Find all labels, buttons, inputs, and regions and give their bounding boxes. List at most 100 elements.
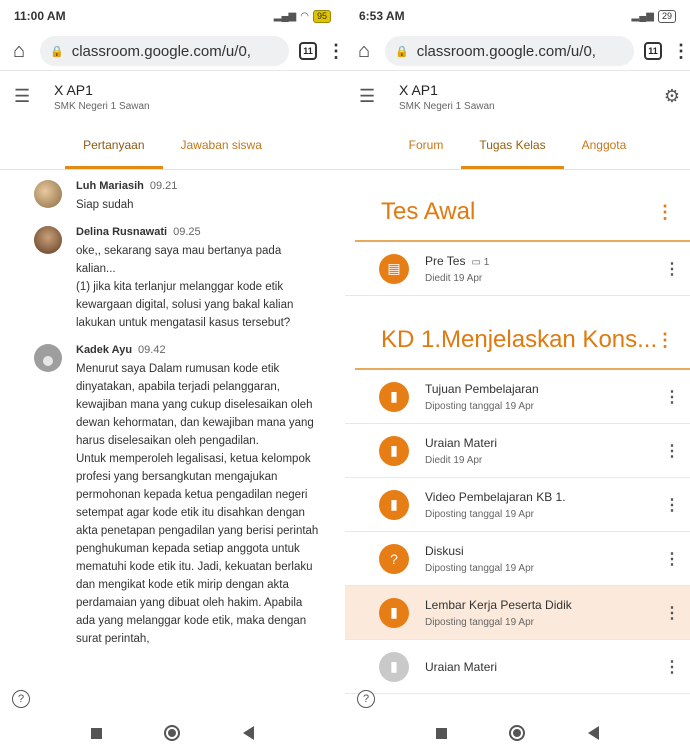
- classwork-item[interactable]: ▮ Uraian Materi ⋮: [345, 640, 690, 694]
- tab-switcher-button[interactable]: 11: [299, 42, 317, 60]
- class-title: X AP1: [54, 81, 93, 98]
- status-time: 11:00 AM: [14, 9, 66, 23]
- topic-menu-icon[interactable]: ⋮: [656, 330, 674, 351]
- item-title: Lembar Kerja Peserta Didik: [425, 597, 572, 612]
- item-title: Diskusi: [425, 543, 464, 558]
- item-menu-icon[interactable]: ⋮: [664, 657, 680, 677]
- gear-icon[interactable]: ⚙: [664, 86, 680, 107]
- item-subtitle: Diedit 19 Apr: [425, 454, 483, 466]
- comment-author: Kadek Ayu: [76, 344, 133, 356]
- recents-icon[interactable]: [436, 727, 448, 739]
- home-icon[interactable]: ⌂: [353, 40, 375, 63]
- comment-time: 09.25: [173, 226, 201, 238]
- comment-text: Menurut saya Dalam rumusan kode etik din…: [76, 363, 319, 645]
- item-menu-icon[interactable]: ⋮: [664, 603, 680, 623]
- item-menu-icon[interactable]: ⋮: [664, 259, 680, 279]
- back-icon[interactable]: [242, 726, 254, 740]
- item-menu-icon[interactable]: ⋮: [664, 549, 680, 569]
- tab-pertanyaan[interactable]: Pertanyaan: [65, 138, 163, 169]
- class-tabs: Forum Tugas Kelas Anggota: [345, 122, 690, 170]
- item-title: Tujuan Pembelajaran: [425, 381, 539, 396]
- material-icon: ▮: [379, 435, 409, 466]
- hamburger-menu-icon[interactable]: ☰: [14, 86, 34, 107]
- url-text: classroom.google.com/u/0,: [416, 42, 596, 60]
- avatar: [34, 226, 62, 254]
- item-title: Pre Tes: [425, 253, 466, 268]
- signal-icon: ▂▄▆: [273, 10, 297, 22]
- url-text: classroom.google.com/u/0,: [71, 42, 251, 60]
- item-title: Uraian Materi: [425, 659, 498, 674]
- comment-author: Delina Rusnawati: [76, 226, 168, 238]
- back-icon[interactable]: [587, 726, 599, 740]
- browser-menu-icon[interactable]: ⋮: [327, 42, 345, 60]
- browser-toolbar: ⌂ 🔒 classroom.google.com/u/0, 11 ⋮: [0, 32, 345, 70]
- browser-toolbar: ⌂ 🔒 classroom.google.com/u/0, 11 ⋮: [345, 32, 690, 70]
- android-nav-bar: [345, 713, 690, 753]
- recents-icon[interactable]: [91, 727, 103, 739]
- item-subtitle: Diposting tanggal 19 Apr: [425, 616, 534, 628]
- classwork-item[interactable]: ? Diskusi Diposting tanggal 19 Apr ⋮: [345, 532, 690, 586]
- url-bar[interactable]: 🔒 classroom.google.com/u/0,: [40, 36, 289, 66]
- class-header: ☰ X AP1 SMK Negeri 1 Sawan: [0, 70, 345, 122]
- material-icon: ▮: [379, 381, 409, 412]
- comment-author: Luh Mariasih: [76, 180, 144, 192]
- status-icons: ▂▄▆ ◠ 95: [273, 9, 331, 23]
- status-icons: ▂▄▆ 29: [631, 9, 676, 23]
- comment-text: Siap sudah: [76, 199, 134, 211]
- question-icon: ?: [379, 543, 409, 574]
- assignment-icon: ▤: [379, 253, 409, 284]
- comment-item: Luh Mariasih 09.21 Siap sudah: [34, 180, 323, 214]
- material-icon: ▮: [379, 651, 409, 682]
- item-menu-icon[interactable]: ⋮: [664, 441, 680, 461]
- topic-header: KD 1.Menjelaskan Kons... ⋮: [345, 326, 690, 354]
- home-nav-icon[interactable]: [509, 725, 526, 741]
- help-icon[interactable]: ?: [357, 690, 375, 708]
- wifi-icon: ◠: [300, 10, 309, 22]
- comment-text: oke,, sekarang saya mau bertanya pada ka…: [76, 245, 294, 329]
- help-icon[interactable]: ?: [12, 690, 30, 708]
- tab-forum[interactable]: Forum: [391, 138, 462, 169]
- home-nav-icon[interactable]: [164, 725, 181, 741]
- question-tabs: Pertanyaan Jawaban siswa: [0, 122, 345, 170]
- classwork-item[interactable]: ▮ Tujuan Pembelajaran Diposting tanggal …: [345, 370, 690, 424]
- item-subtitle: Diedit 19 Apr: [425, 272, 483, 284]
- avatar: [34, 344, 62, 372]
- status-time: 6:53 AM: [359, 9, 405, 23]
- lock-icon: 🔒: [395, 45, 409, 58]
- item-subtitle: Diposting tanggal 19 Apr: [425, 400, 534, 412]
- classwork-item[interactable]: ▤ Pre Tes ▭ 1 Diedit 19 Apr ⋮: [345, 242, 690, 296]
- browser-menu-icon[interactable]: ⋮: [672, 42, 690, 60]
- hamburger-menu-icon[interactable]: ☰: [359, 86, 379, 107]
- material-icon: ▮: [379, 597, 409, 628]
- tab-anggota[interactable]: Anggota: [564, 138, 645, 169]
- right-phone-screen: 6:53 AM ▂▄▆ 29 ⌂ 🔒 classroom.google.com/…: [345, 0, 690, 753]
- material-icon: ▮: [379, 489, 409, 520]
- item-menu-icon[interactable]: ⋮: [664, 495, 680, 515]
- class-subtitle: SMK Negeri 1 Sawan: [399, 100, 495, 112]
- tab-jawaban-siswa[interactable]: Jawaban siswa: [163, 138, 280, 169]
- home-icon[interactable]: ⌂: [8, 40, 30, 63]
- tab-switcher-button[interactable]: 11: [644, 42, 662, 60]
- signal-icon: ▂▄▆: [631, 10, 654, 22]
- comment-time: 09.42: [138, 344, 166, 356]
- classwork-item[interactable]: ▮ Lembar Kerja Peserta Didik Diposting t…: [345, 586, 690, 640]
- android-nav-bar: [0, 713, 345, 753]
- tab-tugas-kelas[interactable]: Tugas Kelas: [461, 138, 564, 169]
- comment-list: Luh Mariasih 09.21 Siap sudah Delina Rusn…: [0, 170, 345, 648]
- item-menu-icon[interactable]: ⋮: [664, 387, 680, 407]
- status-bar: 6:53 AM ▂▄▆ 29: [345, 0, 690, 32]
- topic-title: Tes Awal: [381, 198, 476, 225]
- class-header: ☰ X AP1 SMK Negeri 1 Sawan ⚙: [345, 70, 690, 122]
- comment-item: Kadek Ayu 09.42 Menurut saya Dalam rumusa…: [34, 344, 323, 648]
- url-bar[interactable]: 🔒 classroom.google.com/u/0,: [385, 36, 634, 66]
- comment-item: Delina Rusnawati 09.25 oke,, sekarang say…: [34, 226, 323, 332]
- item-subtitle: Diposting tanggal 19 Apr: [425, 508, 534, 520]
- comment-icon: ▭ 1: [471, 256, 490, 268]
- classwork-item[interactable]: ▮ Uraian Materi Diedit 19 Apr ⋮: [345, 424, 690, 478]
- class-title: X AP1: [399, 81, 438, 98]
- item-title: Video Pembelajaran KB 1.: [425, 489, 566, 504]
- topic-header: Tes Awal ⋮: [345, 198, 690, 226]
- battery-icon: 29: [657, 9, 676, 23]
- classwork-item[interactable]: ▮ Video Pembelajaran KB 1. Diposting tan…: [345, 478, 690, 532]
- topic-menu-icon[interactable]: ⋮: [656, 202, 674, 223]
